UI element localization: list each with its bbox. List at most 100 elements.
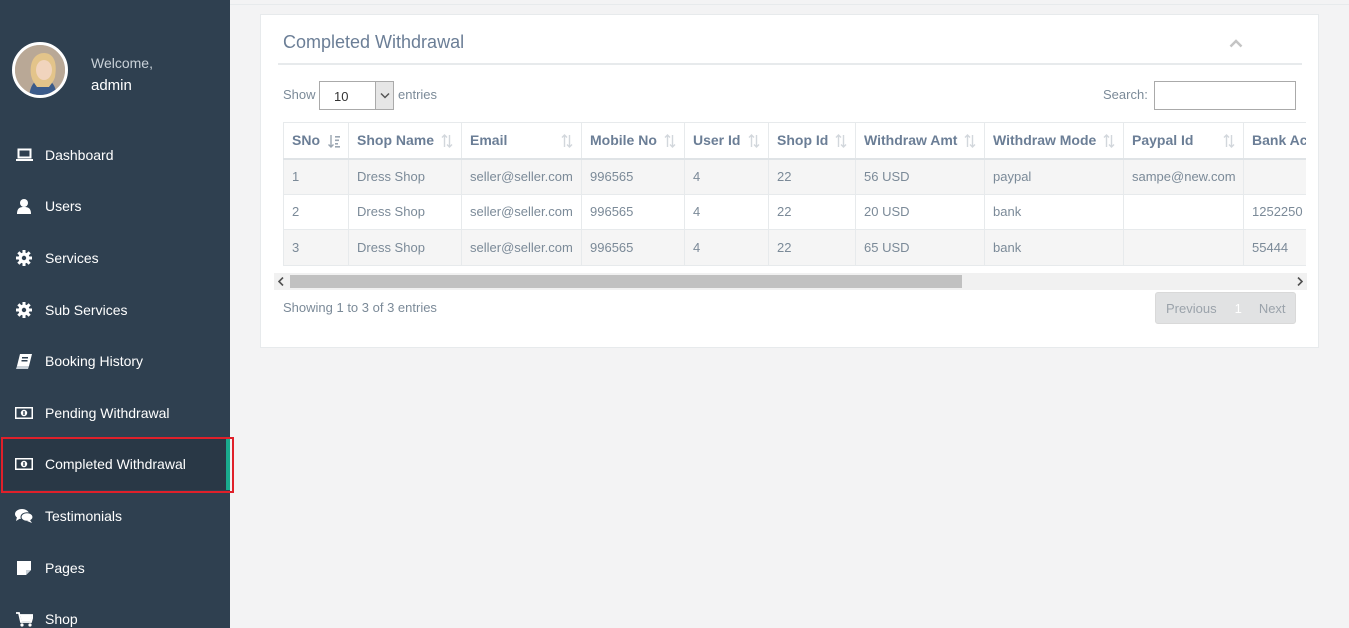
column-header-label: Withdraw Amt bbox=[864, 132, 958, 149]
money-icon bbox=[15, 455, 33, 473]
laptop-icon bbox=[15, 146, 33, 164]
table-cell: 4 bbox=[684, 229, 769, 266]
sidebar-item-label: Shop bbox=[45, 611, 78, 628]
column-header-label: Shop Id bbox=[777, 132, 829, 149]
column-header[interactable]: Paypal Id bbox=[1123, 122, 1244, 160]
sidebar-item-pending-withdrawal[interactable]: Pending Withdrawal bbox=[0, 387, 230, 439]
table-cell: 996565 bbox=[581, 158, 685, 195]
chevron-down-icon[interactable] bbox=[375, 82, 393, 109]
gear-icon bbox=[15, 249, 33, 267]
table-cell: Dress Shop bbox=[348, 229, 462, 266]
table-cell: Dress Shop bbox=[348, 158, 462, 195]
sticky-note-icon bbox=[15, 559, 33, 577]
table-cell: Dress Shop bbox=[348, 193, 462, 230]
sidebar-item-pages[interactable]: Pages bbox=[0, 542, 230, 594]
search-input[interactable] bbox=[1154, 81, 1296, 110]
user-icon bbox=[15, 197, 33, 215]
page-button-1[interactable]: 1 bbox=[1235, 301, 1242, 316]
column-header[interactable]: Mobile No bbox=[581, 122, 685, 160]
column-header-label: User Id bbox=[693, 132, 741, 149]
money-icon bbox=[15, 404, 33, 422]
panel-title: Completed Withdrawal bbox=[283, 32, 465, 52]
column-header-label: SNo bbox=[292, 132, 320, 149]
column-header[interactable]: Shop Id bbox=[768, 122, 856, 160]
sort-icon bbox=[964, 134, 976, 148]
sidebar-item-sub-services[interactable]: Sub Services bbox=[0, 284, 230, 336]
table-cell: sampe@new.com bbox=[1123, 158, 1244, 195]
table-cell: 56 USD bbox=[855, 158, 985, 195]
table-cell: 1252250 bbox=[1243, 193, 1306, 230]
table-row: 3 Dress Shop seller@seller.com 996565 4 … bbox=[283, 229, 1306, 266]
column-header[interactable]: Bank Acc bbox=[1243, 122, 1306, 160]
avatar[interactable] bbox=[12, 42, 68, 98]
table-cell: seller@seller.com bbox=[461, 158, 582, 195]
sidebar-item-users[interactable]: Users bbox=[0, 181, 230, 233]
sidebar-item-label: Users bbox=[45, 198, 82, 215]
profile: Welcome, admin bbox=[12, 42, 153, 98]
top-bar bbox=[230, 0, 1349, 5]
scroll-left-icon[interactable] bbox=[274, 273, 288, 290]
column-header[interactable]: User Id bbox=[684, 122, 769, 160]
horizontal-scrollbar[interactable] bbox=[274, 273, 1307, 290]
column-header[interactable]: SNo bbox=[283, 122, 349, 160]
table-cell: 20 USD bbox=[855, 193, 985, 230]
sort-icon bbox=[1223, 134, 1235, 148]
column-header[interactable]: Withdraw Amt bbox=[855, 122, 985, 160]
sidebar-item-dashboard[interactable]: Dashboard bbox=[0, 129, 230, 181]
column-header-label: Mobile No bbox=[590, 132, 657, 149]
sidebar-item-label: Pending Withdrawal bbox=[45, 404, 170, 421]
search-label: Search: bbox=[1103, 87, 1148, 102]
table-cell: 4 bbox=[684, 193, 769, 230]
scroll-right-icon[interactable] bbox=[1293, 273, 1307, 290]
welcome-text: Welcome, bbox=[91, 55, 153, 71]
sidebar-item-label: Booking History bbox=[45, 353, 144, 370]
sidebar-item-testimonials[interactable]: Testimonials bbox=[0, 490, 230, 542]
previous-button[interactable]: Previous bbox=[1166, 301, 1217, 316]
show-label: Show bbox=[283, 87, 316, 102]
sidebar-item-label: Testimonials bbox=[45, 507, 123, 524]
entries-label: entries bbox=[398, 87, 438, 102]
entries-value: 10 bbox=[334, 89, 349, 104]
column-header[interactable]: Withdraw Mode bbox=[984, 122, 1124, 160]
table-cell: 55444 bbox=[1243, 229, 1306, 266]
withdrawal-panel: Completed Withdrawal Show 10 entries Sea… bbox=[260, 14, 1319, 348]
sort-icon bbox=[561, 134, 573, 148]
sidebar-item-booking-history[interactable]: Booking History bbox=[0, 335, 230, 387]
table-cell bbox=[1123, 229, 1244, 266]
column-header[interactable]: Email bbox=[461, 122, 582, 160]
sidebar-item-services[interactable]: Services bbox=[0, 232, 230, 284]
comments-icon bbox=[15, 507, 33, 525]
column-header-label: Paypal Id bbox=[1132, 132, 1194, 149]
sidebar-item-label: Dashboard bbox=[45, 146, 114, 163]
table-cell: 3 bbox=[283, 229, 349, 266]
sidebar-item-label: Pages bbox=[45, 559, 85, 576]
table-row: 2 Dress Shop seller@seller.com 996565 4 … bbox=[283, 193, 1306, 230]
entries-select[interactable]: 10 bbox=[319, 81, 394, 110]
table-info: Showing 1 to 3 of 3 entries bbox=[283, 300, 437, 315]
table-cell: 996565 bbox=[581, 229, 685, 266]
sidebar-item-label: Services bbox=[45, 249, 99, 266]
sidebar: Welcome, admin Dashboard Users Services bbox=[0, 0, 230, 628]
table-cell bbox=[1123, 193, 1244, 230]
table-cell: 65 USD bbox=[855, 229, 985, 266]
sort-icon bbox=[1103, 134, 1115, 148]
table-cell bbox=[1243, 158, 1306, 195]
table-cell: 4 bbox=[684, 158, 769, 195]
table-cell: bank bbox=[984, 229, 1124, 266]
sidebar-item-shop[interactable]: Shop bbox=[0, 593, 230, 628]
welcome-block: Welcome, admin bbox=[91, 55, 211, 95]
sort-icon bbox=[664, 134, 676, 148]
column-header[interactable]: Shop Name bbox=[348, 122, 462, 160]
table-cell: paypal bbox=[984, 158, 1124, 195]
column-header-label: Bank Acc bbox=[1252, 132, 1306, 149]
cart-icon bbox=[15, 610, 33, 628]
chevron-up-icon[interactable] bbox=[1229, 35, 1247, 53]
user-name[interactable]: admin bbox=[91, 77, 211, 95]
pagination: Previous 1 Next bbox=[1155, 292, 1296, 324]
scrollbar-thumb[interactable] bbox=[290, 275, 962, 288]
sort-icon bbox=[835, 134, 847, 148]
next-button[interactable]: Next bbox=[1259, 301, 1286, 316]
sidebar-item-completed-withdrawal[interactable]: Completed Withdrawal bbox=[0, 438, 230, 491]
sidebar-nav: Dashboard Users Services Sub Services Bo… bbox=[0, 129, 230, 628]
book-icon bbox=[15, 352, 33, 370]
